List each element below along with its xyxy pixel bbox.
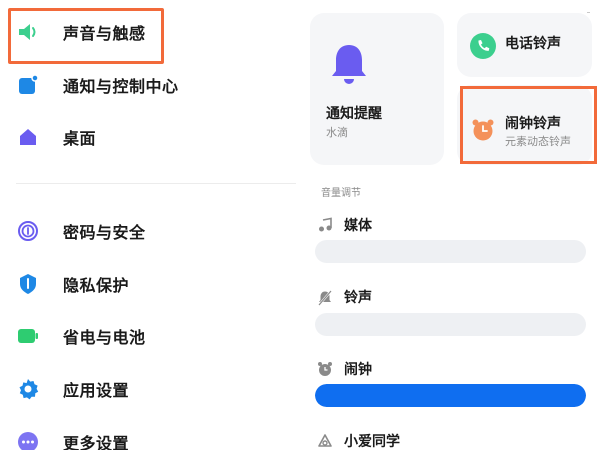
sidebar-item-privacy[interactable]: 隐私保护 — [0, 260, 300, 308]
media-volume-slider[interactable] — [315, 240, 586, 263]
speaker-icon — [16, 20, 40, 44]
volume-label-ringtone: 铃声 — [344, 290, 372, 306]
notification-sound-card[interactable]: 通知提醒 水滴 — [310, 13, 444, 165]
sidebar-item-label: 更多设置 — [63, 434, 130, 450]
sidebar-item-password-security[interactable]: 密码与安全 — [0, 207, 300, 255]
phone-icon — [470, 33, 496, 63]
gear-icon — [16, 377, 40, 401]
sidebar-item-app-settings[interactable]: 应用设置 — [0, 365, 300, 413]
volume-label-alarm: 闹钟 — [344, 362, 372, 378]
bell-icon — [329, 41, 369, 89]
sidebar-item-label: 声音与触感 — [63, 24, 146, 43]
volume-label-xiaoai: 小爱同学 — [344, 434, 400, 450]
alarm-clock-icon — [316, 360, 334, 378]
settings-sidebar: 声音与触感 通知与控制中心 桌面 密码与安全 隐私保护 省电与电池 应用设置 更… — [0, 0, 300, 450]
sidebar-divider — [16, 183, 296, 184]
notification-icon — [16, 73, 40, 97]
home-icon — [16, 125, 40, 149]
section-header: 音量调节 — [321, 188, 361, 199]
sidebar-item-notifications[interactable]: 通知与控制中心 — [0, 61, 300, 109]
battery-icon — [16, 324, 40, 348]
music-note-icon — [316, 216, 334, 234]
card-title: 闹钟铃声 — [505, 116, 561, 132]
card-subtitle: 元素动态铃声 — [505, 135, 571, 148]
alarm-clock-icon — [471, 118, 495, 146]
card-title: 电话铃声 — [505, 36, 561, 52]
card-title: 通知提醒 — [326, 106, 382, 122]
more-icon — [16, 430, 40, 450]
slider-fill — [315, 384, 586, 407]
ringtone-volume-slider[interactable] — [315, 313, 586, 336]
volume-label-media: 媒体 — [344, 218, 372, 234]
sidebar-item-label: 密码与安全 — [63, 223, 146, 242]
sidebar-item-desktop[interactable]: 桌面 — [0, 113, 300, 161]
sidebar-item-label: 隐私保护 — [63, 276, 130, 295]
privacy-shield-icon — [16, 272, 40, 296]
sidebar-item-label: 应用设置 — [63, 381, 130, 400]
sidebar-item-battery[interactable]: 省电与电池 — [0, 312, 300, 360]
card-subtitle: 水滴 — [326, 126, 348, 139]
sidebar-item-label: 通知与控制中心 — [63, 77, 179, 96]
sidebar-item-sound[interactable]: 声音与触感 — [0, 8, 300, 56]
sound-settings-panel: 通知提醒 水滴 电话铃声 闹钟铃声 元素动态铃声 音量调节 媒体 铃声 闹钟 小… — [300, 0, 600, 450]
fingerprint-icon — [16, 219, 40, 243]
sidebar-item-label: 桌面 — [63, 129, 97, 148]
sidebar-item-more-settings[interactable]: 更多设置 — [0, 418, 300, 450]
alarm-ringtone-card[interactable]: 闹钟铃声 元素动态铃声 — [457, 85, 592, 165]
sidebar-item-label: 省电与电池 — [63, 328, 146, 347]
call-ringtone-card[interactable]: 电话铃声 — [457, 13, 592, 77]
bell-muted-icon — [316, 289, 334, 307]
xiaoai-icon — [316, 432, 334, 450]
alarm-volume-slider[interactable] — [315, 384, 586, 407]
